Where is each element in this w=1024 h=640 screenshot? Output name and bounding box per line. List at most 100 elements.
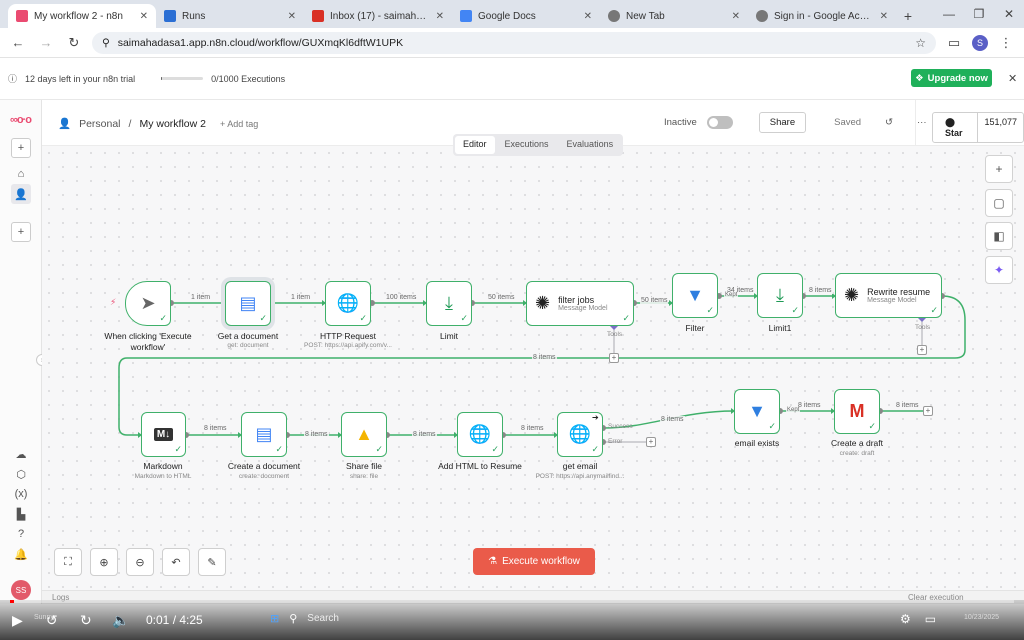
panel-toggle-icon[interactable]: ◧ xyxy=(985,222,1013,250)
success-check-icon: ✓ xyxy=(868,421,876,431)
browser-tab-newtab[interactable]: New Tab ✕ xyxy=(600,4,748,28)
more-options-icon[interactable]: ··· xyxy=(917,117,927,128)
add-node-button[interactable]: + xyxy=(985,155,1013,183)
variables-icon[interactable]: (x) xyxy=(11,484,31,504)
settings-gear-icon[interactable]: ⚙ xyxy=(900,612,911,626)
fit-view-button[interactable]: ⛶ xyxy=(54,548,82,576)
tab-label: My workflow 2 - n8n xyxy=(34,10,123,22)
close-tab-icon[interactable]: ✕ xyxy=(140,11,148,22)
cast-icon[interactable]: ▭ xyxy=(944,35,964,51)
limit-node[interactable]: ⤓ ✓ xyxy=(426,281,472,326)
add-tool-button[interactable]: + xyxy=(917,345,927,355)
close-tab-icon[interactable]: ✕ xyxy=(288,11,296,22)
browser-tab-docs[interactable]: Google Docs ✕ xyxy=(452,4,600,28)
close-tab-icon[interactable]: ✕ xyxy=(732,11,740,22)
rewrite-resume-ai-node[interactable]: ✺ Rewrite resume Message Model ✓ xyxy=(835,273,942,318)
create-draft-node[interactable]: M ✓ xyxy=(834,389,880,434)
tab-executions[interactable]: Executions xyxy=(497,136,557,154)
notifications-bell-icon[interactable]: 🔔 xyxy=(11,544,31,564)
site-info-icon[interactable]: ⚲ xyxy=(102,37,110,49)
success-check-icon: ✓ xyxy=(259,313,267,323)
url-bar[interactable]: ⚲ saimahadasa1.app.n8n.cloud/workflow/GU… xyxy=(92,31,936,54)
video-progress-bar[interactable] xyxy=(10,600,1014,603)
tab-editor[interactable]: Editor xyxy=(455,136,495,154)
insights-icon[interactable]: ▙ xyxy=(11,504,31,524)
add-project-icon[interactable]: + xyxy=(11,222,31,242)
edge-item-count: 1 item xyxy=(190,294,212,301)
browser-tab-inbox[interactable]: Inbox (17) - saimahadasa74 ✕ xyxy=(304,4,452,28)
tab-evaluations[interactable]: Evaluations xyxy=(559,136,622,154)
browser-tab-signin[interactable]: Sign in - Google Accounts ✕ xyxy=(748,4,896,28)
tab-label: Sign in - Google Accounts xyxy=(774,10,874,22)
ai-assistant-icon[interactable]: ✦ xyxy=(985,256,1013,284)
workflow-canvas[interactable] xyxy=(42,146,1024,604)
active-toggle[interactable] xyxy=(706,116,733,129)
github-star-button[interactable]: ⬤ Star 151,077 xyxy=(932,112,1024,143)
close-window-icon[interactable]: ✕ xyxy=(994,0,1024,28)
add-next-node-button[interactable]: + xyxy=(923,406,933,416)
user-avatar[interactable]: SS xyxy=(11,580,31,600)
profile-avatar[interactable]: S xyxy=(972,34,988,51)
personal-user-icon[interactable]: 👤 xyxy=(11,184,31,204)
create-document-node[interactable]: ▤ ✓ xyxy=(241,412,287,457)
bookmark-star-icon[interactable]: ☆ xyxy=(915,36,926,50)
email-exists-node[interactable]: ▼ ✓ xyxy=(734,389,780,434)
edge-item-count: 8 items xyxy=(808,287,833,294)
zoom-in-button[interactable]: ⊕ xyxy=(90,548,118,576)
add-html-node[interactable]: 🌐 ✓ xyxy=(457,412,503,457)
rewind-icon[interactable]: ↺ xyxy=(46,612,58,629)
reload-icon[interactable]: ↻ xyxy=(64,35,84,51)
add-tool-button[interactable]: + xyxy=(609,353,619,363)
success-check-icon: ✓ xyxy=(622,313,630,323)
forward-icon[interactable]: ↻ xyxy=(80,612,92,629)
close-tab-icon[interactable]: ✕ xyxy=(436,11,444,22)
add-error-branch-button[interactable]: + xyxy=(646,437,656,447)
templates-icon[interactable]: ⬡ xyxy=(11,464,31,484)
help-icon[interactable]: ? xyxy=(11,524,31,544)
breadcrumb-project[interactable]: Personal xyxy=(79,118,120,130)
windows-start-icon[interactable]: ⊞ xyxy=(270,612,279,625)
manual-trigger-node[interactable]: ➤ ✓ xyxy=(125,281,171,326)
home-icon[interactable]: ⌂ xyxy=(11,164,31,184)
close-tab-icon[interactable]: ✕ xyxy=(584,11,592,22)
upgrade-button[interactable]: ❖ Upgrade now xyxy=(911,69,992,87)
forward-arrow-icon[interactable]: → xyxy=(36,35,56,50)
taskbar-search[interactable]: Search xyxy=(307,613,339,624)
filter-node[interactable]: ▼ ✓ xyxy=(672,273,718,318)
search-icon[interactable]: ⚲ xyxy=(289,612,297,625)
node-title: Rewrite resume xyxy=(867,287,931,297)
restore-icon[interactable]: ❐ xyxy=(964,0,994,28)
browser-tab-n8n[interactable]: My workflow 2 - n8n ✕ xyxy=(8,4,156,28)
share-file-node[interactable]: ▲ ✓ xyxy=(341,412,387,457)
zoom-out-button[interactable]: ⊖ xyxy=(126,548,154,576)
browser-menu-icon[interactable]: ⋮ xyxy=(996,35,1016,51)
tidy-up-button[interactable]: ✎ xyxy=(198,548,226,576)
markdown-node[interactable]: M↓ ✓ xyxy=(141,412,186,457)
execute-workflow-button[interactable]: ⚗ Execute workflow xyxy=(473,548,595,575)
workflow-name[interactable]: My workflow 2 xyxy=(139,118,206,130)
theater-mode-icon[interactable]: ▭ xyxy=(925,612,936,626)
volume-icon[interactable]: 🔈 xyxy=(112,612,129,629)
close-banner-icon[interactable]: ✕ xyxy=(1008,72,1017,85)
trial-banner: ⓘ 12 days left in your n8n trial 0/1000 … xyxy=(0,58,1024,100)
left-sidebar: ∞o·o + ⌂ 👤 + ☁ ⬡ (x) ▙ ? 🔔 SS › xyxy=(0,100,48,604)
cloud-icon[interactable]: ☁ xyxy=(11,444,31,464)
close-tab-icon[interactable]: ✕ xyxy=(880,11,888,22)
browser-tab-runs[interactable]: Runs ✕ xyxy=(156,4,304,28)
sticky-note-icon[interactable]: ▢ xyxy=(985,189,1013,217)
undo-button[interactable]: ↶ xyxy=(162,548,190,576)
limit1-node[interactable]: ⤓ ✓ xyxy=(757,273,803,318)
play-icon[interactable]: ▶ xyxy=(12,612,23,629)
http-request-node[interactable]: 🌐 ✓ xyxy=(325,281,371,326)
history-icon[interactable]: ↺ xyxy=(885,117,893,128)
get-document-node[interactable]: ▤ ✓ xyxy=(225,281,271,326)
back-arrow-icon[interactable]: ← xyxy=(8,35,28,50)
filter-jobs-ai-node[interactable]: ✺ filter jobs Message Model ✓ xyxy=(526,281,634,326)
share-button[interactable]: Share xyxy=(758,112,807,133)
n8n-logo[interactable]: ∞o·o xyxy=(10,114,32,126)
edge-branch-label: Kept xyxy=(786,407,801,413)
add-tag-button[interactable]: + Add tag xyxy=(220,119,258,129)
minimize-icon[interactable]: — xyxy=(934,0,964,28)
add-icon[interactable]: + xyxy=(11,138,31,158)
new-tab-button[interactable]: + xyxy=(896,4,920,28)
